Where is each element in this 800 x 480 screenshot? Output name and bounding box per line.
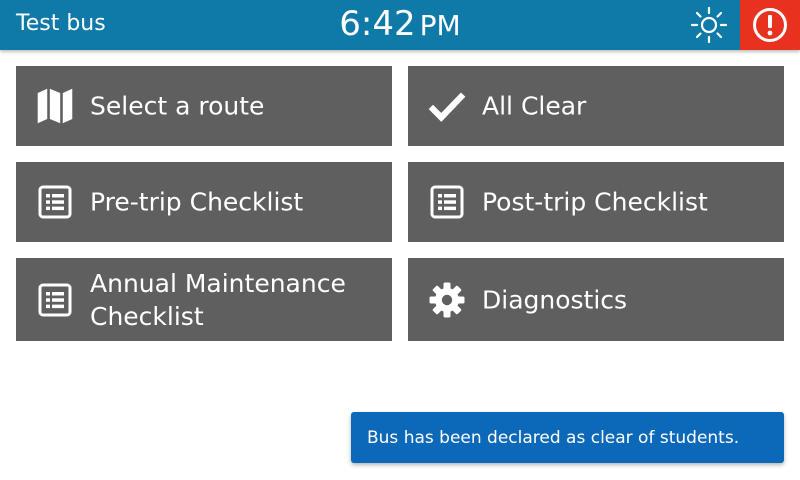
checklist-icon	[36, 278, 74, 322]
post-trip-checklist-label: Post-trip Checklist	[482, 187, 708, 217]
all-clear-button[interactable]: All Clear	[408, 66, 784, 146]
clock-time: 6:42	[339, 4, 416, 44]
top-bar: Test bus 6:42 PM	[0, 0, 800, 50]
post-trip-checklist-button[interactable]: Post-trip Checklist	[408, 162, 784, 242]
checklist-icon	[428, 180, 466, 224]
annual-maintenance-checklist-label: Annual Maintenance Checklist	[90, 268, 346, 331]
select-route-label: Select a route	[90, 91, 265, 121]
clock: 6:42 PM	[0, 4, 800, 46]
clock-ampm: PM	[419, 9, 461, 42]
annual-maintenance-checklist-button[interactable]: Annual Maintenance Checklist	[16, 258, 392, 341]
status-toast: Bus has been declared as clear of studen…	[351, 412, 784, 463]
checklist-icon	[36, 180, 74, 224]
checkmark-icon	[428, 84, 466, 128]
diagnostics-button[interactable]: Diagnostics	[408, 258, 784, 341]
map-icon	[36, 84, 74, 128]
gear-icon	[428, 278, 466, 322]
pre-trip-checklist-label: Pre-trip Checklist	[90, 187, 304, 217]
brightness-button[interactable]	[690, 6, 728, 44]
pre-trip-checklist-button[interactable]: Pre-trip Checklist	[16, 162, 392, 242]
all-clear-label: All Clear	[482, 91, 587, 121]
exclamation-circle-icon	[753, 8, 787, 42]
diagnostics-label: Diagnostics	[482, 285, 628, 314]
emergency-alert-button[interactable]	[740, 0, 800, 50]
select-route-button[interactable]: Select a route	[16, 66, 392, 146]
toast-message: Bus has been declared as clear of studen…	[367, 427, 740, 448]
sun-icon	[690, 6, 728, 44]
